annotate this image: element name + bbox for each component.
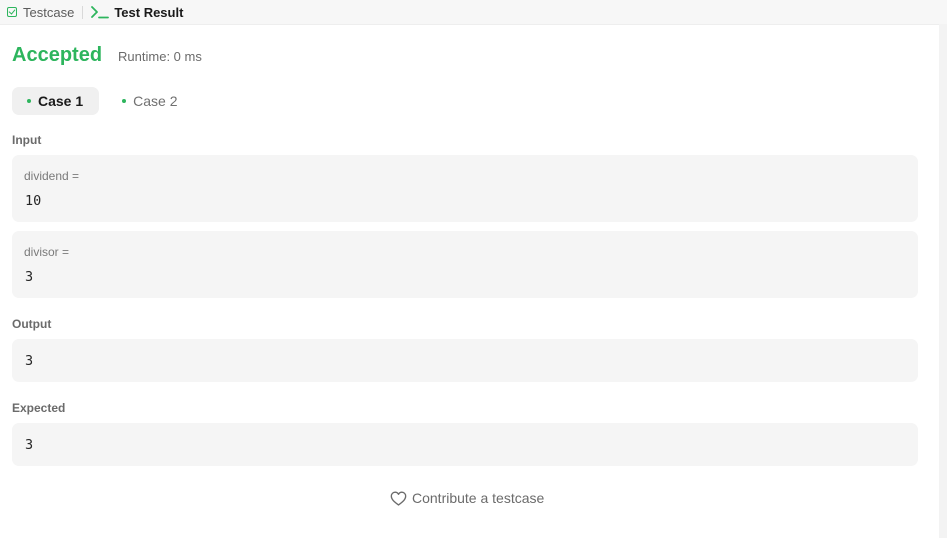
contribute-testcase-button[interactable]: Contribute a testcase	[390, 490, 544, 506]
tab-test-result[interactable]: Test Result	[85, 0, 189, 24]
passed-dot-icon	[122, 99, 127, 103]
expected-box: 3	[12, 423, 918, 466]
tab-test-result-label: Test Result	[114, 4, 184, 20]
tab-divider	[82, 5, 84, 19]
contribute-label: Contribute a testcase	[412, 490, 545, 506]
checkbox-icon	[7, 7, 17, 17]
param-name: dividend =	[24, 169, 80, 183]
case-selector: Case 1 Case 2	[12, 87, 194, 115]
result-header: Accepted Runtime: 0 ms	[12, 44, 202, 67]
input-param-dividend: dividend = 10	[12, 155, 918, 222]
output-box: 3	[12, 339, 918, 382]
runtime-text: Runtime: 0 ms	[118, 49, 202, 64]
panel-tab-bar: Testcase Test Result	[0, 0, 947, 25]
tab-testcase-label: Testcase	[23, 4, 75, 20]
expected-label: Expected	[12, 401, 66, 415]
case-1-button[interactable]: Case 1	[12, 87, 100, 115]
case-2-button[interactable]: Case 2	[107, 87, 193, 115]
tab-testcase[interactable]: Testcase	[1, 0, 80, 24]
result-status: Accepted	[12, 44, 103, 66]
passed-dot-icon	[27, 99, 31, 103]
terminal-icon	[91, 6, 110, 19]
input-label: Input	[12, 133, 42, 147]
heart-icon	[390, 491, 407, 506]
case-1-label: Case 1	[38, 93, 84, 109]
input-param-divisor: divisor = 3	[12, 231, 918, 298]
case-2-label: Case 2	[133, 93, 178, 109]
param-value[interactable]: 3	[25, 269, 33, 285]
output-label: Output	[12, 317, 52, 331]
param-name: divisor =	[24, 245, 70, 259]
output-value[interactable]: 3	[25, 353, 33, 369]
vertical-scrollbar[interactable]	[939, 24, 947, 538]
param-value[interactable]: 10	[25, 193, 41, 209]
expected-value[interactable]: 3	[25, 437, 33, 453]
